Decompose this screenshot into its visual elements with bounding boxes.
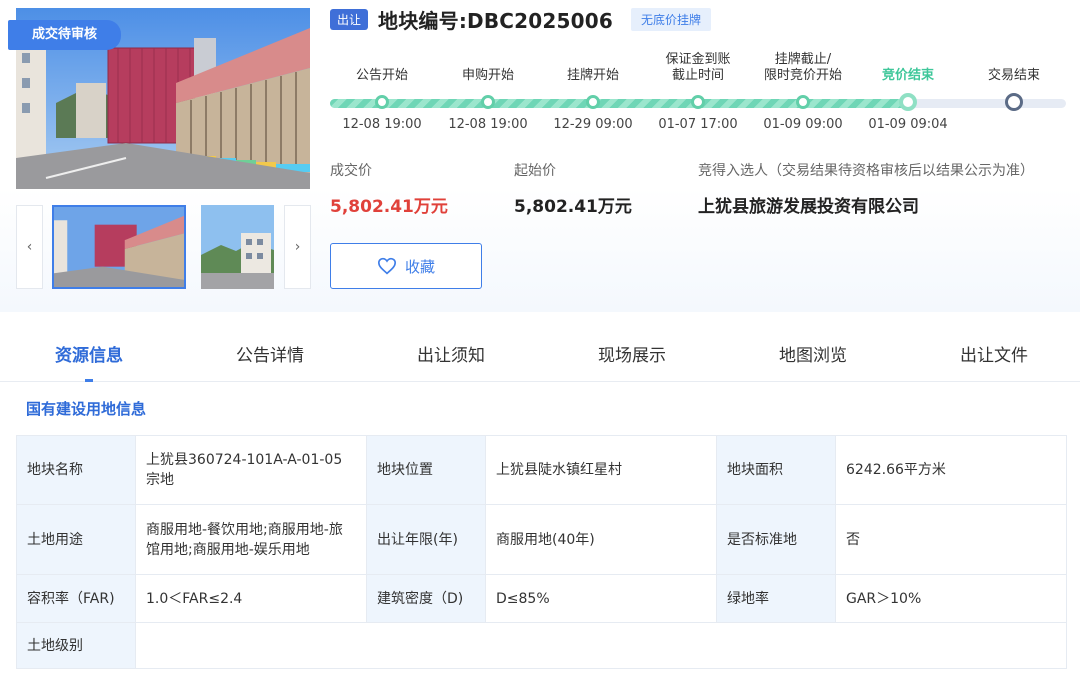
progress-timeline: 公告开始 申购开始 挂牌开始 保证金到账 截止时间 挂牌截止/ 限时竞价开始 竞… (330, 50, 1066, 140)
field-value: 上犹县360724-101A-A-01-05宗地 (135, 435, 367, 505)
field-label: 容积率（FAR) (16, 574, 136, 623)
deal-price-value: 5,802.41万元 (330, 197, 448, 217)
chevron-left-icon: ‹ (26, 239, 33, 255)
winning-bidder: 竞得入选人（交易结果待资格审核后以结果公示为准） 上犹县旅游发展投资有限公司 (698, 160, 1034, 217)
field-value (135, 622, 1067, 669)
field-label: 土地级别 (16, 622, 136, 669)
step-time: 01-07 17:00 (658, 117, 738, 132)
title-row: 出让 地块编号:DBC2025006 无底价挂牌 (330, 6, 711, 33)
start-price-label: 起始价 (514, 163, 556, 179)
field-value: 1.0＜FAR≤2.4 (135, 574, 367, 623)
step-time: 12-08 19:00 (342, 117, 422, 132)
field-label: 土地用途 (16, 504, 136, 575)
tab-resource-info[interactable]: 资源信息 (29, 341, 149, 366)
carousel-prev-button[interactable]: ‹ (16, 205, 43, 289)
field-value: GAR＞10% (835, 574, 1067, 623)
building-photo-thumb (54, 207, 184, 287)
thumbnail-carousel: ‹ › (16, 205, 311, 289)
no-floor-price-tag: 无底价挂牌 (630, 7, 711, 31)
favorite-label: 收藏 (404, 257, 435, 276)
start-price: 起始价 5,802.41万元 (514, 160, 632, 217)
step-label: 挂牌开始 (566, 68, 619, 83)
listing-header: 成交待审核 ‹ › 出让 地块编号:DBC2025006 无底价挂牌 公告开始 … (0, 0, 1080, 312)
field-value: 商服用地-餐饮用地;商服用地-旅馆用地;商服用地-娱乐用地 (135, 504, 367, 575)
favorite-button[interactable]: 收藏 (330, 243, 482, 289)
field-label: 地块位置 (366, 435, 486, 505)
step-current-dot (899, 93, 917, 111)
timeline-step-bidding-end: 竞价结束 (848, 50, 968, 111)
start-price-value: 5,802.41万元 (514, 197, 632, 217)
deal-price: 成交价 5,802.41万元 (330, 160, 448, 217)
tab-announcement[interactable]: 公告详情 (210, 341, 330, 366)
field-value: 否 (835, 504, 1067, 575)
step-pending-dot (1005, 93, 1023, 111)
table-row: 地块名称 上犹县360724-101A-A-01-05宗地 地块位置 上犹县陡水… (16, 435, 1067, 505)
thumbnail-1[interactable] (52, 205, 186, 289)
active-tab-indicator (85, 379, 93, 382)
step-label: 交易结束 (987, 68, 1040, 83)
field-label: 建筑密度（D) (366, 574, 486, 623)
land-info-table: 地块名称 上犹县360724-101A-A-01-05宗地 地块位置 上犹县陡水… (16, 435, 1067, 669)
timeline-step-trade-end: 交易结束 (954, 50, 1074, 111)
step-done-dot (481, 95, 495, 109)
field-label: 地块名称 (16, 435, 136, 505)
step-time: 12-08 19:00 (448, 117, 528, 132)
step-label: 申购开始 (461, 68, 514, 83)
detail-tabs: 资源信息 公告详情 出让须知 现场展示 地图浏览 出让文件 (0, 324, 1080, 382)
transaction-type-tag: 出让 (330, 8, 369, 30)
step-time: 01-09 09:04 (868, 117, 948, 132)
thumbnail-2[interactable] (201, 205, 274, 289)
step-label: 挂牌截止/ (774, 52, 832, 67)
tab-transfer-notice[interactable]: 出让须知 (391, 341, 511, 366)
step-label: 限时竞价开始 (763, 68, 842, 83)
winning-bidder-label: 竞得入选人（交易结果待资格审核后以结果公示为准） (698, 163, 1034, 179)
page-title: 地块编号:DBC2025006 (378, 8, 613, 33)
field-value: 商服用地(40年) (485, 504, 717, 575)
field-value: D≤85% (485, 574, 717, 623)
timeline-progress (330, 99, 909, 108)
table-row: 土地级别 (16, 622, 1067, 669)
field-value: 上犹县陡水镇红星村 (485, 435, 717, 505)
table-row: 容积率（FAR) 1.0＜FAR≤2.4 建筑密度（D) D≤85% 绿地率 G… (16, 574, 1067, 623)
tab-map-browse[interactable]: 地图浏览 (753, 341, 873, 366)
timeline-step-deposit: 保证金到账 截止时间 (638, 50, 758, 109)
winning-bidder-value: 上犹县旅游发展投资有限公司 (698, 197, 919, 217)
status-badge: 成交待审核 (8, 20, 121, 50)
street-photo-thumb (201, 205, 274, 289)
field-value: 6242.66平方米 (835, 435, 1067, 505)
step-label: 竞价结束 (881, 68, 934, 83)
step-label: 截止时间 (671, 68, 724, 83)
step-time: 12-29 09:00 (553, 117, 633, 132)
section-title: 国有建设用地信息 (26, 400, 147, 418)
field-label: 绿地率 (716, 574, 836, 623)
field-label: 是否标准地 (716, 504, 836, 575)
chevron-right-icon: › (294, 239, 301, 255)
step-label: 保证金到账 (665, 52, 731, 67)
carousel-next-button[interactable]: › (284, 205, 311, 289)
heart-icon (377, 257, 396, 275)
step-done-dot (691, 95, 705, 109)
step-done-dot (375, 95, 389, 109)
timeline-step-bidding-start: 挂牌截止/ 限时竞价开始 (743, 50, 863, 109)
tab-site-display[interactable]: 现场展示 (572, 341, 692, 366)
step-label: 公告开始 (355, 68, 408, 83)
timeline-step-announce: 公告开始 (322, 50, 442, 109)
timeline-step-subscribe: 申购开始 (428, 50, 548, 109)
deal-price-label: 成交价 (330, 163, 372, 179)
field-label: 出让年限(年) (366, 504, 486, 575)
step-done-dot (586, 95, 600, 109)
step-time: 01-09 09:00 (763, 117, 843, 132)
timeline-step-listing: 挂牌开始 (533, 50, 653, 109)
step-done-dot (796, 95, 810, 109)
table-row: 土地用途 商服用地-餐饮用地;商服用地-旅馆用地;商服用地-娱乐用地 出让年限(… (16, 504, 1067, 575)
field-label: 地块面积 (716, 435, 836, 505)
tab-transfer-files[interactable]: 出让文件 (934, 341, 1054, 366)
